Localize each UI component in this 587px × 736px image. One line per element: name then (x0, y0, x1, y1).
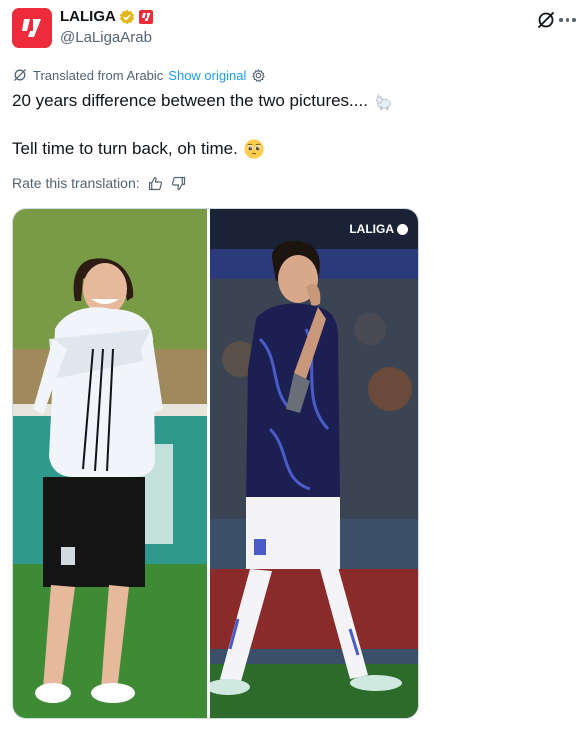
avatar[interactable] (12, 8, 52, 48)
tweet-media[interactable]: LALIGA (12, 208, 419, 719)
thumbs-down-button[interactable] (171, 176, 186, 191)
grok-icon (538, 12, 554, 28)
grok-button[interactable] (535, 9, 557, 31)
gear-icon[interactable] (251, 68, 266, 83)
older-player-photo (210, 209, 418, 718)
tweet-text-line: 20 years difference between the two pict… (12, 90, 395, 112)
laliga-watermark: LALIGA (349, 222, 408, 236)
translation-bar: Translated from Arabic Show original (12, 67, 266, 83)
watermark-text: LALIGA (349, 222, 394, 236)
thumbs-up-icon (148, 176, 162, 190)
rate-label: Rate this translation: (12, 175, 140, 191)
translate-icon (14, 69, 26, 81)
rate-translation: Rate this translation: (12, 175, 186, 191)
account-handle[interactable]: @LaLigaArab (60, 29, 152, 46)
more-options-button[interactable] (559, 14, 579, 26)
tweet-text-1: 20 years difference between the two pict… (12, 91, 368, 110)
goat-emoji-icon (376, 93, 391, 111)
laliga-ea-icon (397, 223, 408, 235)
photo-left[interactable] (13, 209, 207, 718)
account-name[interactable]: LALIGA (60, 8, 116, 25)
pleading-face-emoji-icon (244, 139, 264, 159)
laliga-logo-icon (22, 19, 41, 37)
verified-badge-icon (119, 9, 135, 24)
tweet-text-2: Tell time to turn back, oh time. (12, 139, 238, 158)
thumbs-up-button[interactable] (148, 176, 163, 191)
account-name-row: LALIGA (60, 8, 154, 25)
more-horizontal-icon (559, 18, 563, 22)
tweet-text-line: Tell time to turn back, oh time. (12, 138, 265, 160)
young-player-photo (13, 209, 207, 718)
photo-right[interactable]: LALIGA (210, 209, 418, 718)
thumbs-down-icon (171, 176, 185, 190)
show-original-link[interactable]: Show original (168, 68, 246, 83)
affiliate-badge-icon (138, 9, 153, 24)
translated-label: Translated from Arabic (33, 67, 164, 83)
